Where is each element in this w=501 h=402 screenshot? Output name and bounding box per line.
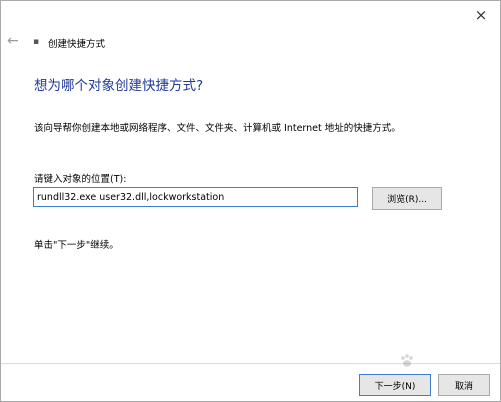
location-input[interactable] [33, 187, 358, 207]
paw-icon [401, 354, 413, 367]
next-hint: 单击"下一步"继续。 [34, 240, 119, 251]
create-shortcut-window: × ← ▪ 创建快捷方式 想为哪个对象创建快捷方式? 该向导帮你创建本地或网络程… [0, 0, 501, 402]
location-label: 请键入对象的位置(T): [34, 174, 127, 185]
baidu-watermark [399, 349, 473, 373]
shortcut-wizard-icon: ▪ [33, 37, 40, 47]
cancel-button[interactable]: 取消 [438, 374, 490, 396]
browse-button[interactable]: 浏览(R)... [372, 187, 442, 210]
next-button[interactable]: 下一步(N) [359, 374, 431, 396]
wizard-description: 该向导帮你创建本地或网络程序、文件、文件夹、计算机或 Internet 地址的快… [34, 123, 401, 134]
page-heading: 想为哪个对象创建快捷方式? [34, 78, 204, 94]
dialog-title: 创建快捷方式 [48, 39, 106, 50]
close-button[interactable]: × [470, 5, 492, 25]
close-icon: × [474, 6, 488, 24]
title-bar: × [1, 1, 500, 31]
back-button[interactable]: ← [7, 33, 23, 49]
back-arrow-icon: ← [7, 33, 19, 49]
